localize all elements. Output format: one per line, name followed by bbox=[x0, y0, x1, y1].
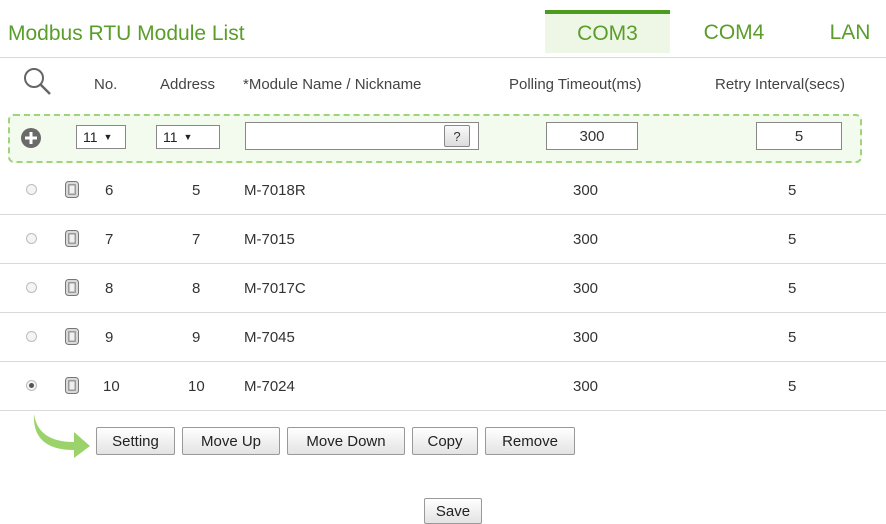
setting-button[interactable]: Setting bbox=[96, 427, 175, 455]
row-module-name: M-7045 bbox=[244, 329, 295, 346]
module-icon bbox=[65, 181, 79, 198]
page-title: Modbus RTU Module List bbox=[8, 22, 245, 45]
module-icon bbox=[65, 328, 79, 345]
row-address: 8 bbox=[192, 280, 201, 297]
retry-interval-input[interactable]: 5 bbox=[756, 122, 842, 150]
row-module-name: M-7017C bbox=[244, 280, 306, 297]
no-select-value: 11 bbox=[83, 129, 98, 145]
row-timeout: 300 bbox=[573, 378, 599, 395]
row-retry: 5 bbox=[788, 329, 797, 346]
column-header-address: Address bbox=[160, 76, 216, 93]
row-address: 10 bbox=[188, 378, 205, 395]
row-address: 5 bbox=[192, 182, 201, 199]
row-retry: 5 bbox=[788, 231, 797, 248]
header-divider bbox=[0, 57, 886, 58]
address-select-value: 11 bbox=[163, 129, 178, 145]
add-icon[interactable] bbox=[20, 127, 42, 149]
copy-button[interactable]: Copy bbox=[412, 427, 478, 455]
column-header-timeout: Polling Timeout(ms) bbox=[509, 76, 642, 93]
remove-button[interactable]: Remove bbox=[485, 427, 575, 455]
column-header-name: *Module Name / Nickname bbox=[243, 76, 422, 93]
column-header-retry: Retry Interval(secs) bbox=[715, 76, 846, 93]
module-icon bbox=[65, 230, 79, 247]
row-retry: 5 bbox=[788, 280, 797, 297]
row-timeout: 300 bbox=[573, 231, 599, 248]
row-radio[interactable] bbox=[26, 380, 37, 391]
row-radio[interactable] bbox=[26, 331, 37, 342]
row-no: 6 bbox=[105, 182, 114, 199]
row-no: 8 bbox=[105, 280, 114, 297]
address-select[interactable]: 11 ▼ bbox=[156, 125, 220, 149]
row-timeout: 300 bbox=[573, 329, 599, 346]
row-retry: 5 bbox=[788, 378, 797, 395]
no-select[interactable]: 11 ▼ bbox=[76, 125, 126, 149]
row-module-name: M-7024 bbox=[244, 378, 295, 395]
row-timeout: 300 bbox=[573, 280, 599, 297]
help-button[interactable]: ? bbox=[444, 125, 470, 147]
row-address: 9 bbox=[192, 329, 201, 346]
table-row[interactable]: 7 7 M-7015 300 5 bbox=[0, 215, 886, 264]
row-timeout: 300 bbox=[573, 182, 599, 199]
save-button[interactable]: Save bbox=[424, 498, 482, 524]
row-module-name: M-7015 bbox=[244, 231, 295, 248]
module-icon bbox=[65, 279, 79, 296]
row-no: 7 bbox=[105, 231, 114, 248]
column-header-no: No. bbox=[94, 76, 118, 93]
header: Modbus RTU Module List COM3 COM4 LAN bbox=[0, 0, 886, 58]
add-module-row: 11 ▼ 11 ▼ ? 300 5 bbox=[8, 114, 862, 163]
chevron-down-icon: ▼ bbox=[103, 132, 113, 142]
tab-com4[interactable]: COM4 bbox=[684, 10, 784, 56]
row-address: 7 bbox=[192, 231, 201, 248]
tab-lan[interactable]: LAN bbox=[820, 10, 880, 56]
move-up-button[interactable]: Move Up bbox=[182, 427, 280, 455]
table-row[interactable]: 10 10 M-7024 300 5 bbox=[0, 362, 886, 411]
row-module-name: M-7018R bbox=[244, 182, 306, 199]
row-no: 9 bbox=[105, 329, 114, 346]
row-radio[interactable] bbox=[26, 184, 37, 195]
row-radio[interactable] bbox=[26, 233, 37, 244]
chevron-down-icon: ▼ bbox=[183, 132, 193, 142]
move-down-button[interactable]: Move Down bbox=[287, 427, 405, 455]
table-row[interactable]: 6 5 M-7018R 300 5 bbox=[0, 166, 886, 215]
module-icon bbox=[65, 377, 79, 394]
row-radio[interactable] bbox=[26, 282, 37, 293]
polling-timeout-input[interactable]: 300 bbox=[546, 122, 638, 150]
table-row[interactable]: 8 8 M-7017C 300 5 bbox=[0, 264, 886, 313]
tab-com3[interactable]: COM3 bbox=[545, 10, 670, 53]
table-row[interactable]: 9 9 M-7045 300 5 bbox=[0, 313, 886, 362]
search-icon[interactable] bbox=[22, 66, 52, 96]
row-no: 10 bbox=[103, 378, 120, 395]
curved-arrow-icon bbox=[33, 414, 90, 458]
row-retry: 5 bbox=[788, 182, 797, 199]
